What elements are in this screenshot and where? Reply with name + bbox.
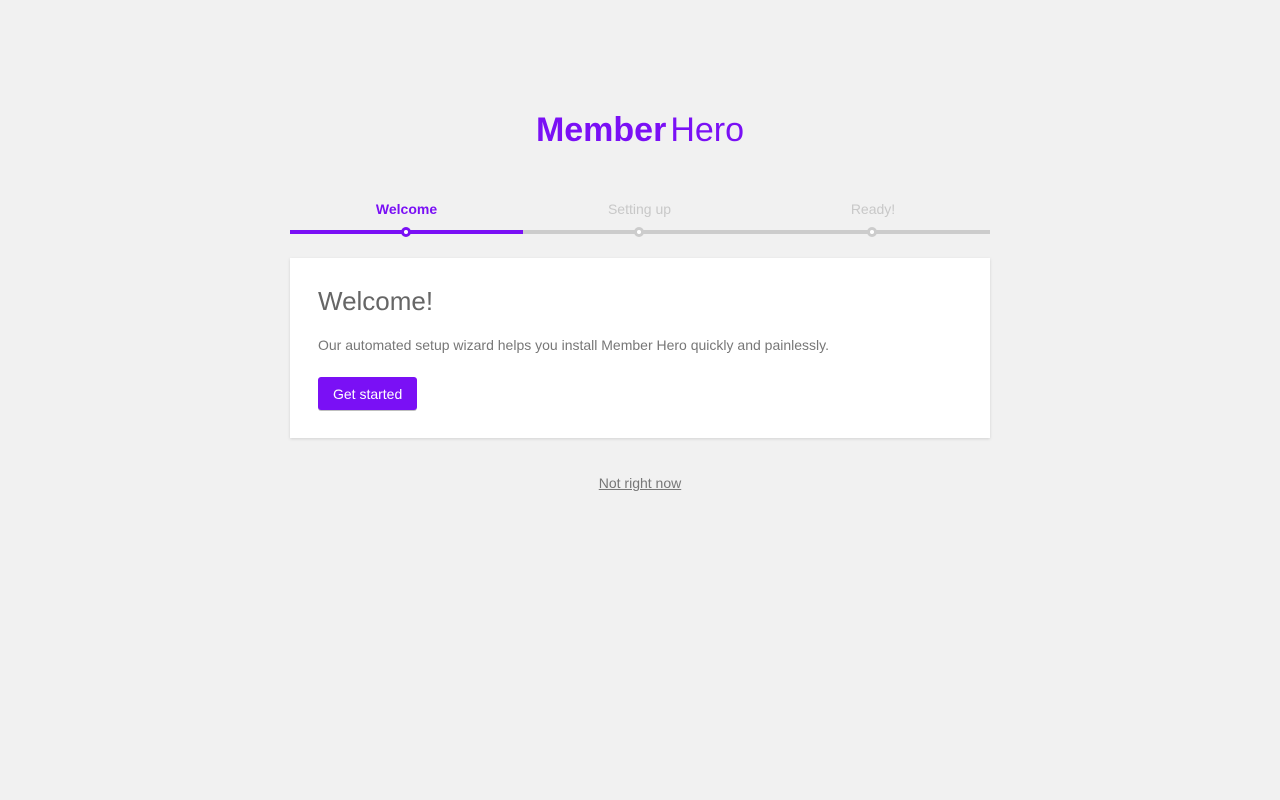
- step-label: Setting up: [607, 201, 672, 217]
- step-label: Ready!: [850, 201, 896, 217]
- welcome-card: Welcome! Our automated setup wizard help…: [290, 258, 990, 438]
- logo-word-light: Hero: [670, 111, 745, 149]
- card-title: Welcome!: [318, 286, 434, 316]
- step-welcome: Welcome: [290, 199, 523, 239]
- step-ready: Ready!: [756, 199, 990, 239]
- step-setting-up: Setting up: [523, 199, 756, 239]
- member-hero-logo: Member Hero: [0, 108, 1280, 152]
- not-right-now-link[interactable]: Not right now: [599, 475, 681, 491]
- skip-container: Not right now: [0, 474, 1280, 492]
- get-started-button[interactable]: Get started: [318, 377, 418, 410]
- step-marker-icon: [867, 227, 877, 237]
- step-label: Welcome: [375, 201, 438, 217]
- setup-wizard-page: Member Hero Welcome Setting up Ready! Wel…: [0, 0, 1280, 800]
- step-marker-icon: [633, 227, 644, 237]
- step-marker-icon: [400, 227, 411, 237]
- card-description: Our automated setup wizard helps you ins…: [318, 337, 829, 353]
- setup-progress-steps: Welcome Setting up Ready!: [290, 199, 990, 239]
- logo-word-bold: Member: [535, 111, 667, 149]
